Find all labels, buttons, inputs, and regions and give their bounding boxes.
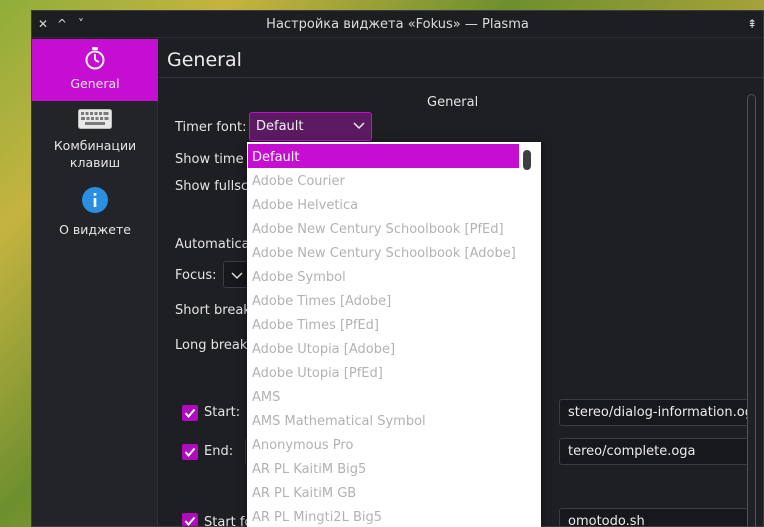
titlebar: ✕ ^ ˅ Настройка виджета «Fokus» — Plasma… [32,11,763,38]
font-option[interactable]: Adobe Symbol [248,264,519,288]
font-option[interactable]: Adobe Times [Adobe] [248,288,519,312]
main-scrollbar[interactable] [747,94,756,526]
automatic-label: Automatical [175,237,254,252]
font-option[interactable]: Adobe Times [PfEd] [248,312,519,336]
keep-above-icon[interactable]: ⇞ [743,15,761,33]
font-option[interactable]: Anonymous Pro [248,432,519,456]
start-sound-checkbox[interactable] [182,405,198,421]
timer-font-label: Timer font: [175,120,247,135]
page-title: General [167,49,242,71]
show-time-label: Show time i [175,152,252,167]
short-break-label: Short break: [175,303,256,318]
start-sound-label: Start: [204,405,241,420]
font-option[interactable]: AMS [248,384,519,408]
stopwatch-icon [85,47,105,70]
dropdown-scrollbar-handle[interactable] [523,150,531,170]
sidebar-item-general[interactable]: General [32,39,158,101]
sidebar-item-label: Комбинации клавиш [53,138,137,170]
keyboard-icon [78,109,112,129]
font-option[interactable]: AMS Mathematical Symbol [248,408,519,432]
check-icon [184,408,196,419]
sidebar-item-label: О виджете [59,222,131,237]
font-option[interactable]: AR PL KaitiM Big5 [248,456,519,480]
sidebar-item-label: General [70,76,120,91]
font-option[interactable]: AR PL KaitiM GB [248,480,519,504]
timer-font-combo[interactable]: Default [249,112,372,141]
start-focus-label: Start fo [204,515,253,527]
info-icon [82,187,108,213]
font-option[interactable]: Adobe Courier [248,168,519,192]
start-focus-checkbox[interactable] [182,513,198,526]
start-focus-script-value: omotodo.sh [568,514,645,527]
focus-input[interactable] [223,261,249,288]
font-option[interactable]: Adobe New Century Schoolbook [Adobe] [248,240,519,264]
window-title: Настройка виджета «Fokus» — Plasma [266,17,529,32]
sidebar-item-shortcuts[interactable]: Комбинации клавиш [32,109,158,179]
font-option[interactable]: AR PL Mingti2L Big5 [248,504,519,527]
chevron-down-icon [231,272,243,280]
header-divider [159,77,763,78]
start-sound-field[interactable]: stereo/dialog-information.oga [559,399,755,426]
font-option[interactable]: Adobe Utopia [PfEd] [248,360,519,384]
show-fullscreen-label: Show fullscr [175,179,254,194]
font-option[interactable]: Adobe New Century Schoolbook [PfEd] [248,216,519,240]
focus-label: Focus: [175,268,217,283]
font-option[interactable]: Adobe Utopia [Adobe] [248,336,519,360]
end-sound-field[interactable]: tereo/complete.oga [559,438,755,465]
end-sound-value: tereo/complete.oga [568,444,696,459]
font-option[interactable]: Adobe Helvetica [248,192,519,216]
sidebar-item-about[interactable]: О виджете [32,187,158,243]
end-sound-checkbox[interactable] [182,444,198,460]
check-icon [184,447,196,458]
font-option[interactable]: Default [248,144,519,168]
long-break-label: Long break: [175,338,252,353]
end-sound-label: End: [204,444,234,459]
chevron-down-icon [353,122,365,130]
start-sound-value: stereo/dialog-information.oga [568,405,755,420]
start-focus-script-field[interactable]: omotodo.sh [559,508,755,527]
section-title: General [427,95,479,110]
check-icon [184,516,196,526]
sidebar: General Комбинации клавиш О виджете [32,39,158,526]
timer-font-value: Default [256,119,304,134]
font-dropdown-popup: Default Adobe Courier Adobe Helvetica Adobe… [247,142,541,527]
